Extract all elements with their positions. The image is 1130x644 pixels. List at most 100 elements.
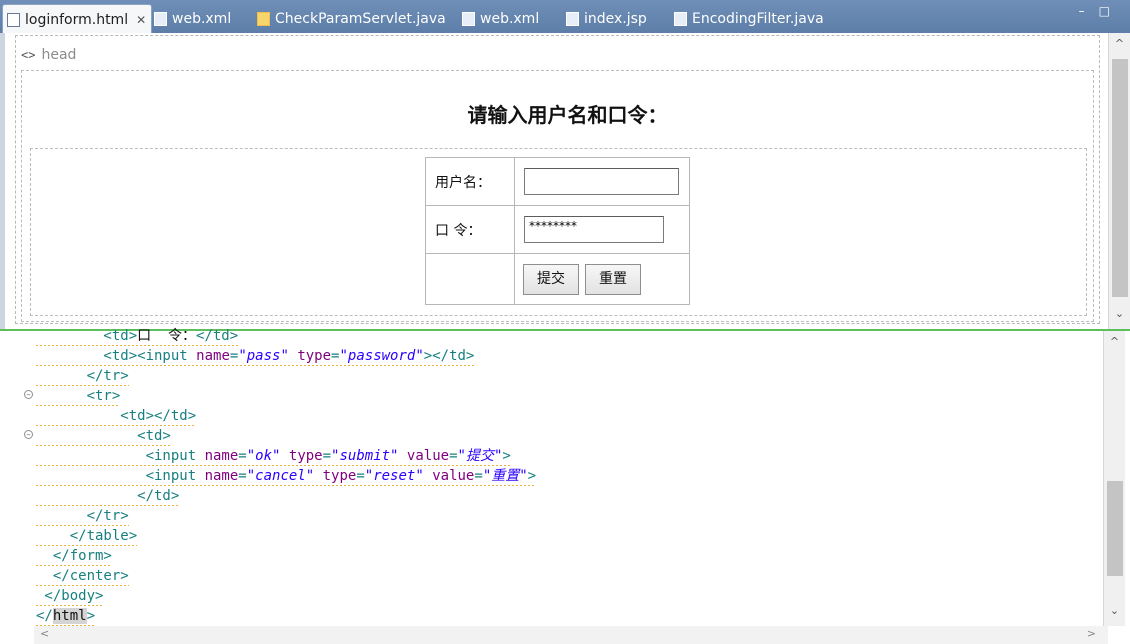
window-controls[interactable]: –□: [1079, 4, 1124, 18]
tab-index-jsp[interactable]: index.jsp: [566, 5, 647, 33]
code-token: type: [288, 448, 323, 464]
code-token: "重置": [482, 468, 528, 484]
code-line[interactable]: </tr>: [36, 366, 129, 386]
table-row: 口 令： ********: [425, 205, 690, 254]
code-token: "pass": [238, 348, 289, 364]
tab-label: web.xml: [480, 11, 540, 27]
code-line[interactable]: <input name="ok" type="submit" value="提交…: [36, 446, 511, 466]
tag-icon: <>: [21, 48, 36, 62]
table-row: 提交 重置: [425, 253, 690, 305]
code-token: </table>: [36, 528, 138, 544]
design-vertical-scrollbar[interactable]: ^ ⌄: [1108, 33, 1130, 329]
code-line[interactable]: </td>: [36, 486, 180, 506]
table-cell: [514, 157, 690, 206]
tab-loginform-html[interactable]: loginform.html ✕: [2, 4, 152, 34]
java-file-icon: [674, 12, 687, 26]
xml-file-icon: [154, 12, 167, 26]
scroll-left-icon[interactable]: <: [40, 627, 49, 640]
code-token: </: [36, 608, 53, 624]
head-element[interactable]: <> head: [21, 47, 76, 63]
code-token: "cancel": [246, 468, 315, 484]
scroll-right-icon[interactable]: >: [1087, 627, 1096, 640]
scroll-down-icon[interactable]: ⌄: [1104, 604, 1125, 617]
code-line[interactable]: <tr>: [36, 386, 121, 406]
code-token: name: [196, 348, 230, 364]
page-title: 请输入用户名和口令：: [467, 103, 668, 127]
code-token: </form>: [36, 548, 112, 564]
java-file-icon: [257, 12, 270, 26]
code-token: </tr>: [36, 508, 129, 524]
code-line[interactable]: <td>口 令：</td>: [36, 326, 239, 346]
code-token: =: [356, 468, 365, 484]
code-token: html: [52, 608, 87, 624]
horizontal-scrollbar[interactable]: < >: [34, 626, 1108, 644]
tab-web-xml[interactable]: web.xml: [154, 5, 231, 33]
tab-web-xml-2[interactable]: web.xml: [462, 5, 539, 33]
code-token: </td>: [36, 488, 180, 504]
source-vertical-scrollbar[interactable]: ^ ⌄: [1103, 331, 1125, 626]
code-line[interactable]: <td><input name="pass" type="password"><…: [36, 346, 475, 366]
code-token: >: [86, 608, 96, 624]
login-table: 用户名： 口 令： ******** 提交 重置: [425, 157, 690, 305]
code-token: "reset": [364, 468, 424, 484]
code-token: <td>: [36, 428, 171, 444]
close-icon[interactable]: ✕: [136, 13, 146, 27]
source-editor-pane[interactable]: – – <td>口 令：</td> <td><input name="pass"…: [0, 326, 1130, 644]
username-input[interactable]: [524, 168, 679, 195]
fold-collapse-icon[interactable]: –: [24, 390, 33, 400]
table-cell: ********: [514, 205, 690, 254]
code-line[interactable]: <td></td>: [36, 406, 197, 426]
code-token: type: [297, 348, 332, 364]
code-token: =: [474, 468, 483, 484]
code-line[interactable]: <input name="cancel" type="reset" value=…: [36, 466, 537, 486]
tab-encodingfilter-java[interactable]: EncodingFilter.java: [674, 5, 824, 33]
code-token: </tr>: [36, 368, 129, 384]
code-token: value: [406, 448, 450, 464]
password-input[interactable]: ********: [524, 216, 664, 243]
code-token: "ok": [246, 448, 281, 464]
code-line[interactable]: </table>: [36, 526, 138, 546]
code-token: name: [204, 448, 239, 464]
code-token: "submit": [331, 448, 399, 464]
tab-label: web.xml: [172, 11, 232, 27]
code-token: </body>: [36, 588, 104, 604]
editor-gutter: – –: [0, 331, 34, 644]
scroll-up-icon[interactable]: ^: [1109, 37, 1130, 50]
table-cell: 提交 重置: [514, 253, 690, 305]
password-label: 口 令：: [425, 205, 515, 254]
code-token: value: [432, 468, 475, 484]
username-label: 用户名：: [425, 157, 515, 206]
scroll-up-icon[interactable]: ^: [1104, 335, 1125, 348]
code-token: name: [204, 468, 239, 484]
submit-button[interactable]: 提交: [523, 263, 579, 295]
scrollbar-thumb[interactable]: [1112, 59, 1128, 297]
tab-checkparamservlet-java[interactable]: CheckParamServlet.java: [257, 5, 446, 33]
code-line[interactable]: </center>: [36, 566, 129, 586]
code-line[interactable]: </body>: [36, 586, 104, 606]
code-token: ></td>: [423, 348, 475, 364]
code-line[interactable]: </tr>: [36, 506, 129, 526]
code-token: <td><input: [36, 348, 197, 364]
code-token: >: [527, 468, 537, 484]
code-token: =: [449, 448, 458, 464]
code-token: =: [322, 448, 332, 464]
head-label: head: [41, 47, 77, 63]
code-token: <td>: [36, 328, 138, 344]
table-cell: [425, 253, 515, 305]
tab-label: CheckParamServlet.java: [275, 11, 446, 27]
code-line[interactable]: </html>: [36, 606, 96, 626]
code-line[interactable]: <td>: [36, 426, 171, 446]
fold-collapse-icon[interactable]: –: [24, 430, 33, 440]
code-token: type: [322, 468, 357, 484]
scroll-down-icon[interactable]: ⌄: [1109, 307, 1130, 320]
scrollbar-thumb[interactable]: [1107, 481, 1123, 576]
jsp-file-icon: [566, 12, 579, 26]
code-line[interactable]: </form>: [36, 546, 112, 566]
reset-button[interactable]: 重置: [585, 263, 641, 295]
code-token: <input: [36, 468, 205, 484]
design-preview-pane: <> head 请输入用户名和口令： 用户名： 口 令： ******** 提交重…: [0, 33, 1130, 329]
code-token: <tr>: [36, 388, 121, 404]
